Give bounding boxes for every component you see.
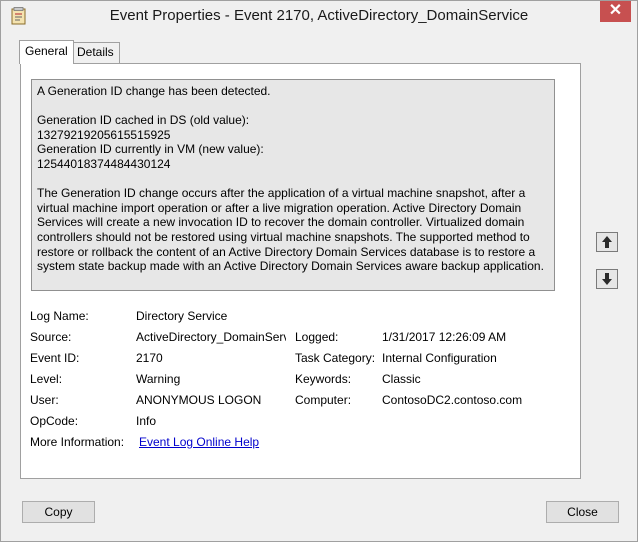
event-description[interactable]: A Generation ID change has been detected…: [31, 79, 555, 291]
keywords-value[interactable]: Classic: [382, 372, 421, 386]
window-title: Event Properties - Event 2170, ActiveDir…: [109, 7, 529, 24]
more-info-label: More Information:: [30, 435, 125, 449]
next-event-button[interactable]: [596, 269, 618, 289]
source-label: Source:: [30, 330, 72, 344]
close-button[interactable]: Close: [546, 501, 619, 523]
opcode-label: OpCode:: [30, 414, 79, 428]
description-body: The Generation ID change occurs after th…: [37, 186, 544, 274]
tab-details[interactable]: Details: [71, 42, 120, 63]
keywords-label: Keywords:: [295, 372, 352, 386]
logged-value[interactable]: 1/31/2017 12:26:09 AM: [382, 330, 506, 344]
previous-event-button[interactable]: [596, 232, 618, 252]
task-category-value[interactable]: Internal Configuration: [382, 351, 497, 365]
log-name-label: Log Name:: [30, 309, 89, 323]
current-id-value: 12544018374484430124: [37, 156, 171, 171]
event-properties-window: Event Properties - Event 2170, ActiveDir…: [0, 0, 638, 542]
event-id-label: Event ID:: [30, 351, 80, 365]
current-id-label: Generation ID currently in VM (new value…: [37, 142, 264, 157]
level-label: Level:: [30, 372, 63, 386]
computer-label: Computer:: [295, 393, 352, 407]
logged-label: Logged:: [295, 330, 339, 344]
source-value[interactable]: ActiveDirectory_DomainServ: [136, 330, 286, 344]
title-bar[interactable]: Event Properties - Event 2170, ActiveDir…: [1, 1, 637, 32]
log-name-value[interactable]: Directory Service: [136, 309, 227, 323]
opcode-value[interactable]: Info: [136, 414, 156, 428]
computer-value[interactable]: ContosoDC2.contoso.com: [382, 393, 522, 407]
arrow-up-icon: [602, 236, 612, 248]
task-category-label: Task Category:: [295, 351, 376, 365]
cached-id-label: Generation ID cached in DS (old value):: [37, 113, 250, 128]
copy-button[interactable]: Copy: [22, 501, 95, 523]
window-close-button[interactable]: ✕: [600, 1, 631, 22]
user-label: User:: [30, 393, 59, 407]
cached-id-value: 13279219205615515925: [37, 127, 171, 142]
tab-general[interactable]: General: [19, 40, 74, 64]
description-line: A Generation ID change has been detected…: [37, 84, 271, 98]
event-id-value[interactable]: 2170: [136, 351, 163, 365]
user-value[interactable]: ANONYMOUS LOGON: [136, 393, 261, 407]
level-value[interactable]: Warning: [136, 372, 180, 386]
event-log-help-link[interactable]: Event Log Online Help: [139, 435, 259, 449]
arrow-down-icon: [602, 273, 612, 285]
